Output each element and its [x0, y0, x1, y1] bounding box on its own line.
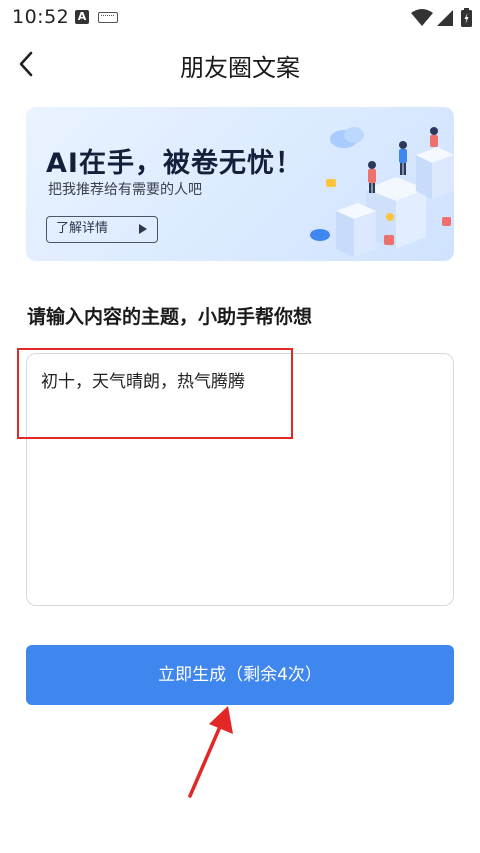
a-notification-icon: A — [75, 10, 89, 24]
play-arrow-icon — [139, 224, 147, 234]
learn-more-label: 了解详情 — [56, 221, 109, 236]
page-title: 朋友圈文案 — [180, 54, 300, 82]
annotation-arrow-icon — [188, 706, 233, 798]
battery-icon — [461, 8, 472, 27]
promo-banner[interactable]: AI在手，被卷无忧！ 把我推荐给有需要的人吧 了解详情 — [26, 107, 454, 261]
status-bar: 10:52 A — [0, 0, 480, 34]
signal-icon — [437, 10, 453, 26]
status-time: 10:52 — [12, 6, 70, 28]
banner-subtitle: 把我推荐给有需要的人吧 — [48, 182, 202, 198]
wifi-icon — [411, 9, 433, 26]
banner-title: AI在手，被卷无忧！ — [46, 148, 303, 179]
learn-more-button[interactable]: 了解详情 — [46, 216, 158, 243]
banner-illustration — [310, 127, 454, 257]
app-header: 朋友圈文案 — [0, 34, 480, 94]
generate-button[interactable]: 立即生成（剩余4次） — [26, 645, 454, 705]
topic-label: 请输入内容的主题，小助手帮你想 — [27, 306, 313, 328]
annotation-highlight-box — [17, 348, 293, 439]
keyboard-icon — [98, 12, 118, 23]
